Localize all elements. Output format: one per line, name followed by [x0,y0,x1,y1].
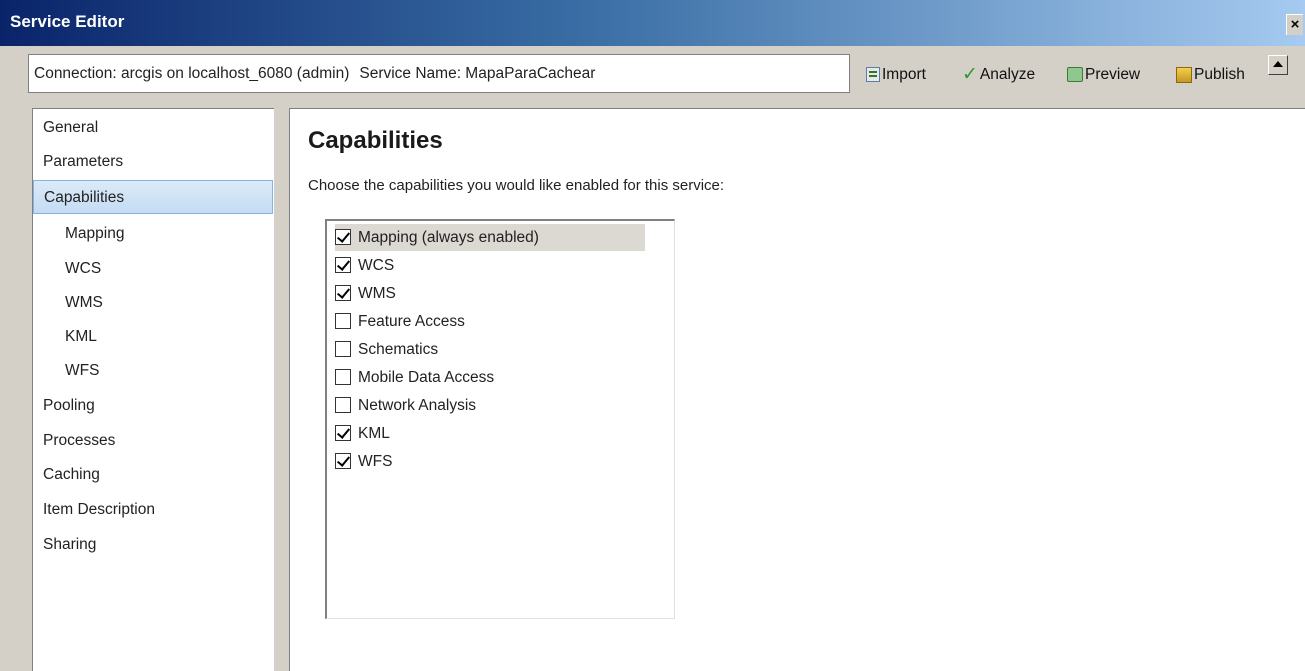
publish-button[interactable]: Publish [1176,64,1245,86]
capability-mobile-data-access[interactable]: Mobile Data Access [335,364,645,391]
sidebar-item-sharing[interactable]: Sharing [33,528,273,562]
capability-network-analysis[interactable]: Network Analysis [335,392,645,419]
capability-label: Feature Access [358,313,465,330]
sidebar-item-pooling[interactable]: Pooling [33,389,273,423]
sidebar-item-parameters[interactable]: Parameters [33,145,273,179]
capability-schematics[interactable]: Schematics [335,336,645,363]
kml-checkbox[interactable] [335,424,351,441]
capability-label: Mapping (always enabled) [358,229,539,246]
sidebar-item-kml[interactable]: KML [33,320,273,354]
analyze-button[interactable]: ✓ Analyze [962,64,1035,86]
checkmark-icon: ✓ [962,64,978,85]
capability-mapping[interactable]: Mapping (always enabled) [335,224,645,251]
import-icon [866,67,880,83]
capability-label: KML [358,425,390,442]
preview-button[interactable]: Preview [1067,64,1140,86]
sidebar-item-wfs[interactable]: WFS [33,354,273,388]
capability-wcs[interactable]: WCS [335,252,645,279]
feature-access-checkbox[interactable] [335,312,351,329]
page-description: Choose the capabilities you would like e… [308,177,725,194]
connection-text: Connection: arcgis on localhost_6080 (ad… [34,65,350,82]
close-icon[interactable]: × [1286,14,1303,35]
preview-label: Preview [1085,66,1141,83]
import-label: Import [882,66,926,83]
publish-label: Publish [1194,66,1245,83]
sidebar-item-mapping[interactable]: Mapping [33,217,273,251]
import-button[interactable]: Import [866,64,926,86]
capability-label: WCS [358,257,395,274]
wms-checkbox[interactable] [335,284,351,301]
wfs-checkbox[interactable] [335,452,351,469]
wcs-checkbox[interactable] [335,256,351,273]
mapping-checkbox[interactable] [335,228,351,245]
capability-label: Network Analysis [358,397,477,414]
publish-icon [1176,66,1192,83]
connection-info-field: Connection: arcgis on localhost_6080 (ad… [28,54,850,93]
sidebar-item-item-description[interactable]: Item Description [33,493,273,527]
sidebar-item-wcs[interactable]: WCS [33,252,273,286]
preview-icon [1067,67,1083,83]
page-title: Capabilities [308,127,443,154]
capability-label: WFS [358,453,393,470]
capabilities-list: Mapping (always enabled) WCS WMS Feature… [325,219,675,619]
service-name-text: Service Name: MapaParaCachear [359,65,596,82]
capability-kml[interactable]: KML [335,420,645,447]
sidebar-item-caching[interactable]: Caching [33,458,273,492]
toolbar: Connection: arcgis on localhost_6080 (ad… [0,46,1305,104]
sidebar-item-wms[interactable]: WMS [33,286,273,320]
sidebar-item-processes[interactable]: Processes [33,424,273,458]
capability-label: Mobile Data Access [358,369,495,386]
capability-label: WMS [358,285,396,302]
sidebar-item-general[interactable]: General [33,111,273,145]
capability-wfs[interactable]: WFS [335,448,645,475]
sidebar-item-capabilities[interactable]: Capabilities [33,180,273,214]
network-analysis-checkbox[interactable] [335,396,351,413]
capability-label: Schematics [358,341,439,358]
sidebar: General Parameters Capabilities Mapping … [32,108,274,671]
capability-wms[interactable]: WMS [335,280,645,307]
analyze-label: Analyze [979,66,1036,84]
main-panel: Capabilities Choose the capabilities you… [289,108,1305,671]
capability-feature-access[interactable]: Feature Access [335,308,645,335]
window-title: Service Editor [10,12,125,31]
mobile-data-access-checkbox[interactable] [335,368,351,385]
schematics-checkbox[interactable] [335,340,351,357]
collapse-up-button[interactable] [1268,55,1288,75]
title-bar: Service Editor × [0,0,1305,46]
